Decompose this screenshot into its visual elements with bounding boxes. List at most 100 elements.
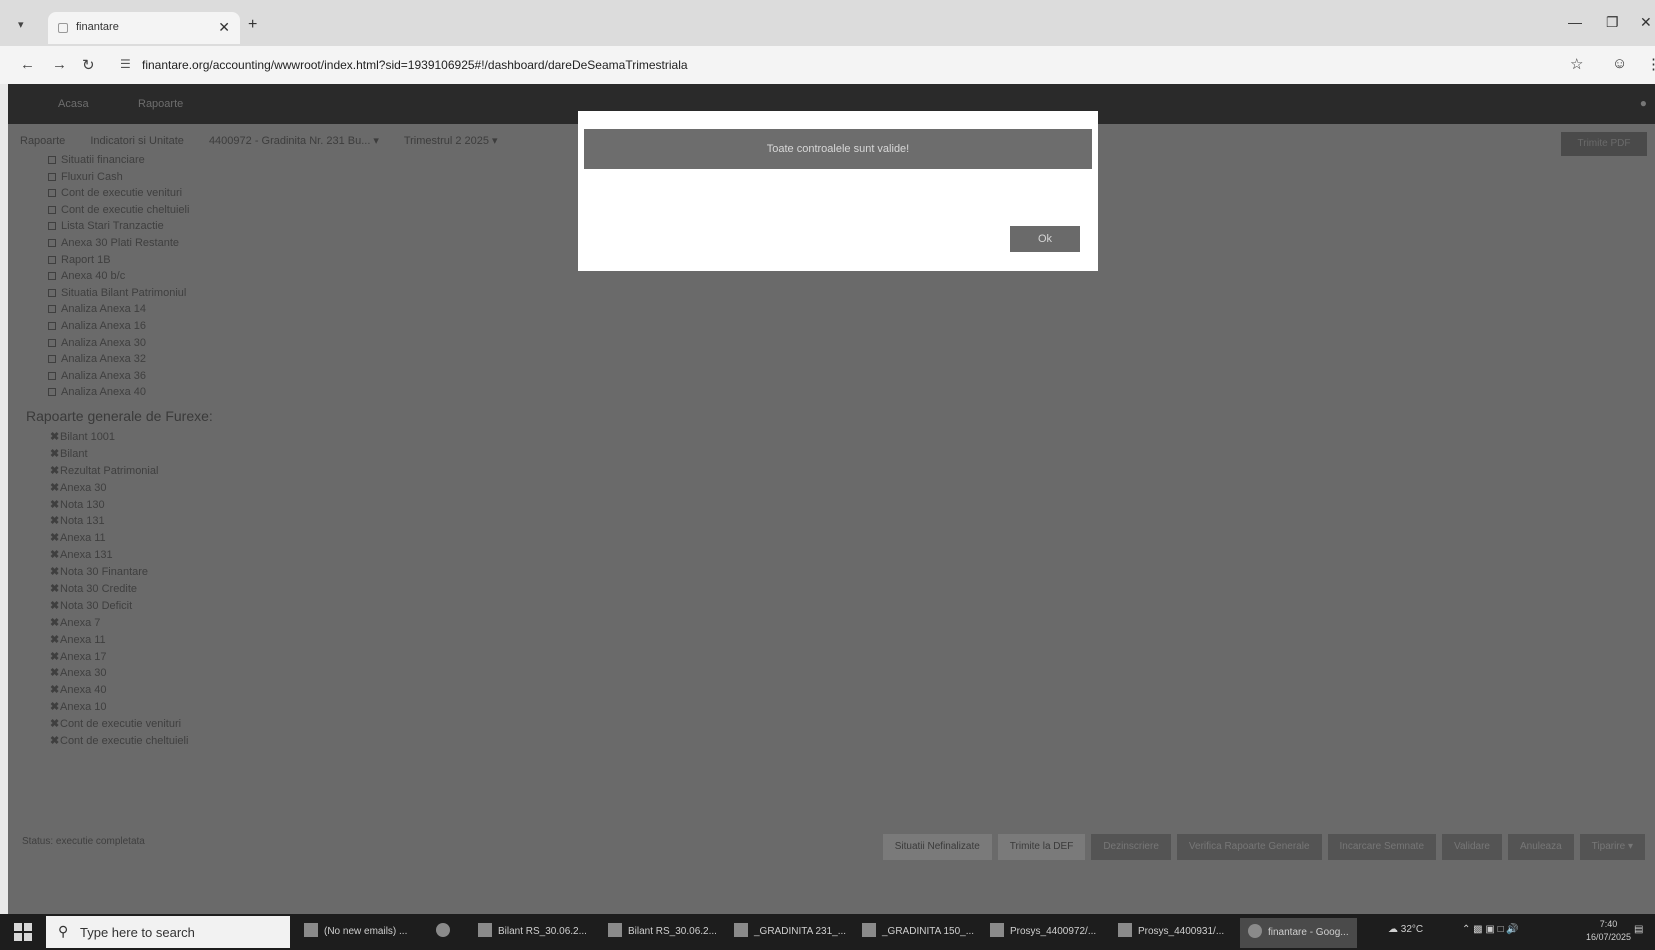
action-button[interactable]: Validare (1442, 834, 1502, 860)
period-select[interactable]: Trimestrul 2 2025 ▾ (404, 135, 498, 147)
back-icon[interactable]: ← (20, 56, 35, 73)
close-window-icon[interactable]: ✕ (1640, 14, 1652, 31)
taskbar-item-prosys-2[interactable]: Prosys_4400931/... (1118, 923, 1224, 943)
checkbox-icon[interactable] (48, 321, 56, 330)
checkbox-icon[interactable] (48, 238, 56, 247)
unit-select[interactable]: 4400972 - Gradinita Nr. 231 Bu... ▾ (209, 135, 379, 147)
report-tree-item[interactable]: Analiza Anexa 16 (24, 320, 264, 337)
checkbox-icon[interactable] (48, 189, 56, 198)
checkbox-icon[interactable] (48, 222, 56, 231)
taskbar-item-gradinita-150[interactable]: _GRADINITA 150_... (862, 923, 974, 943)
general-report-item[interactable]: ✖Bilant 1001 (24, 430, 264, 447)
general-report-item[interactable]: ✖Anexa 30 (24, 666, 264, 683)
taskbar-item-mail[interactable]: (No new emails) ... (304, 923, 407, 943)
report-tree-item[interactable]: Situatii financiare (24, 154, 264, 171)
general-report-item[interactable]: ✖Anexa 11 (24, 531, 264, 548)
taskbar-item-chrome[interactable]: finantare - Goog... (1240, 918, 1357, 948)
minimize-icon[interactable]: — (1568, 14, 1582, 30)
checkbox-icon[interactable] (48, 388, 56, 397)
reload-icon[interactable]: ↻ (82, 56, 95, 74)
general-report-item[interactable]: ✖Nota 30 Deficit (24, 599, 264, 616)
checkbox-icon[interactable] (48, 338, 56, 347)
notifications-icon[interactable]: ▤ (1634, 924, 1643, 935)
checkbox-icon[interactable] (48, 288, 56, 297)
report-tree-item[interactable]: Analiza Anexa 36 (24, 370, 264, 387)
pdf-icon (478, 923, 492, 937)
taskbar-item-prosys-1[interactable]: Prosys_4400972/... (990, 923, 1096, 943)
report-tree-item[interactable]: Analiza Anexa 32 (24, 353, 264, 370)
general-report-item[interactable]: ✖Anexa 17 (24, 650, 264, 667)
maximize-icon[interactable]: ❐ (1606, 14, 1619, 31)
report-tree-item[interactable]: Analiza Anexa 14 (24, 303, 264, 320)
general-report-item[interactable]: ✖Anexa 10 (24, 700, 264, 717)
action-button[interactable]: Incarcare Semnate (1327, 834, 1437, 860)
top-right-button[interactable]: Trimite PDF (1561, 132, 1647, 156)
close-tab-icon[interactable]: ✕ (218, 19, 230, 36)
address-bar[interactable]: ☰ finantare.org/accounting/wwwroot/index… (112, 52, 1562, 78)
action-button[interactable]: Dezinscriere (1091, 834, 1171, 860)
general-report-item[interactable]: ✖Rezultat Patrimonial (24, 464, 264, 481)
general-report-item[interactable]: ✖Nota 30 Credite (24, 582, 264, 599)
report-tree-item[interactable]: Raport 1B (24, 254, 264, 271)
nav-item-acasa[interactable]: Acasa (58, 98, 89, 110)
general-report-item[interactable]: ✖Anexa 7 (24, 616, 264, 633)
status-x-icon: ✖ (50, 515, 60, 528)
general-report-item[interactable]: ✖Nota 131 (24, 514, 264, 531)
system-tray-icons[interactable]: ⌃ ▩ ▣ □ 🔊 (1462, 924, 1519, 935)
action-button[interactable]: Anuleaza (1507, 834, 1574, 860)
taskbar-item-bilant-1[interactable]: Bilant RS_30.06.2... (478, 923, 587, 943)
checkbox-icon[interactable] (48, 305, 56, 314)
status-x-icon: ✖ (50, 549, 60, 562)
checkbox-icon[interactable] (48, 371, 56, 380)
tab-search-icon[interactable]: ▾ (18, 18, 24, 31)
general-report-item[interactable]: ✖Anexa 11 (24, 633, 264, 650)
forward-icon[interactable]: → (52, 56, 67, 73)
general-report-item[interactable]: ✖Anexa 131 (24, 548, 264, 565)
general-report-item[interactable]: ✖Anexa 30 (24, 481, 264, 498)
general-report-item[interactable]: ✖Nota 130 (24, 498, 264, 515)
general-report-item[interactable]: ✖Anexa 40 (24, 683, 264, 700)
chrome-icon[interactable] (436, 923, 456, 943)
report-tree-item[interactable]: Anexa 40 b/c (24, 270, 264, 287)
taskbar-item-gradinita-231[interactable]: _GRADINITA 231_... (734, 923, 846, 943)
taskbar-search-input[interactable]: ⚲ Type here to search (46, 916, 290, 948)
report-tree-item[interactable]: Fluxuri Cash (24, 171, 264, 188)
general-report-item[interactable]: ✖Bilant (24, 447, 264, 464)
profile-icon[interactable]: ☺ (1612, 55, 1627, 72)
nav-item-rapoarte[interactable]: Rapoarte (138, 98, 183, 110)
report-tree-item[interactable]: Cont de executie cheltuieli (24, 204, 264, 221)
weather-badge[interactable]: ☁ 32°C (1388, 924, 1423, 935)
checkbox-icon[interactable] (48, 172, 56, 181)
general-report-item[interactable]: ✖Nota 30 Finantare (24, 565, 264, 582)
checkbox-icon[interactable] (48, 205, 56, 214)
general-report-item[interactable]: ✖Cont de executie cheltuieli (24, 734, 264, 751)
action-button[interactable]: Situatii Nefinalizate (882, 834, 992, 860)
checkbox-icon[interactable] (48, 355, 56, 364)
action-button[interactable]: Tiparire ▾ (1579, 834, 1645, 860)
checkbox-icon[interactable] (48, 156, 56, 164)
report-tree-item[interactable]: Analiza Anexa 40 (24, 386, 264, 403)
windows-start-icon[interactable] (14, 923, 32, 941)
report-tree-item[interactable]: Lista Stari Tranzactie (24, 220, 264, 237)
action-button[interactable]: Verifica Rapoarte Generale (1176, 834, 1322, 860)
checkbox-icon[interactable] (48, 272, 56, 281)
clock[interactable]: 7:40 16/07/2025 (1586, 918, 1631, 944)
status-x-icon: ✖ (50, 633, 60, 646)
ok-button[interactable]: Ok (1010, 226, 1080, 252)
report-tree-item[interactable]: Analiza Anexa 30 (24, 337, 264, 354)
taskbar-item-bilant-2[interactable]: Bilant RS_30.06.2... (608, 923, 717, 943)
status-x-icon: ✖ (50, 650, 60, 663)
report-tree-item[interactable]: Situatia Bilant Patrimoniul (24, 287, 264, 304)
general-report-item[interactable]: ✖Cont de executie venituri (24, 717, 264, 734)
report-tree-item[interactable]: Cont de executie venituri (24, 187, 264, 204)
checkbox-icon[interactable] (48, 255, 56, 264)
bookmark-star-icon[interactable]: ☆ (1570, 55, 1583, 73)
user-icon[interactable]: ● (1640, 96, 1647, 110)
report-tree-item[interactable]: Anexa 30 Plati Restante (24, 237, 264, 254)
filter-indicatori[interactable]: Indicatori si Unitate (90, 135, 184, 147)
menu-icon[interactable]: ⋮ (1646, 55, 1655, 73)
browser-tab[interactable]: finantare ✕ (48, 12, 240, 44)
site-info-icon[interactable]: ☰ (120, 57, 131, 71)
new-tab-icon[interactable]: + (248, 16, 257, 34)
action-button[interactable]: Trimite la DEF (997, 834, 1086, 860)
